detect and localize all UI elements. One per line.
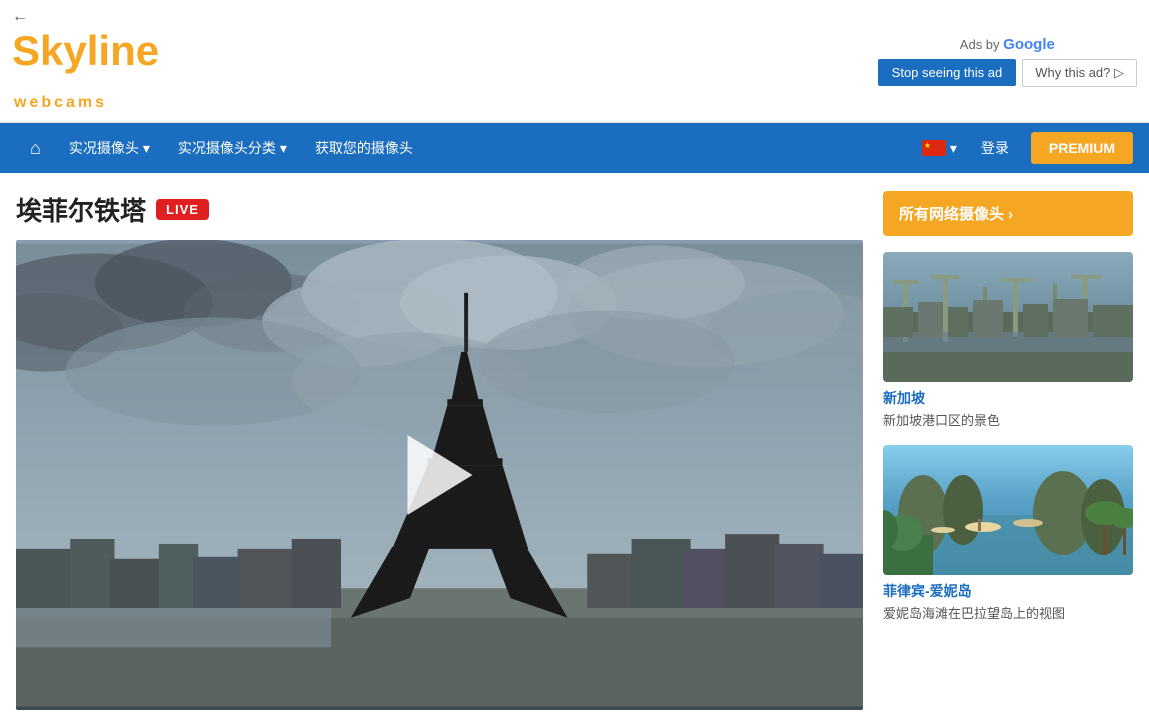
nav-live-cams[interactable]: 实况摄像头 ▾ [55,123,164,173]
main-content: 埃菲尔铁塔 LIVE [0,173,1149,728]
nav-categories[interactable]: 实况摄像头分类 ▾ [164,123,301,173]
webcam-thumb-philippines[interactable] [883,445,1133,575]
webcam-card-singapore: 新加坡 新加坡港口区的景色 [883,252,1133,429]
google-label: Google [1003,36,1055,53]
philippines-description: 爱妮岛海滩在巴拉望岛上的视图 [883,603,1133,622]
page-title: 埃菲尔铁塔 [16,191,146,228]
live-badge: LIVE [156,199,209,220]
all-webcams-button[interactable]: 所有网络摄像头 › [883,191,1133,236]
login-button[interactable]: 登录 [967,138,1023,158]
china-flag-icon [922,140,946,156]
video-player[interactable] [16,240,863,710]
philippines-thumbnail [883,445,1133,575]
logo-webcams-text: webcams [12,94,107,111]
page-title-row: 埃菲尔铁塔 LIVE [16,191,863,228]
singapore-description: 新加坡港口区的景色 [883,410,1133,429]
play-button-icon[interactable] [407,435,472,515]
left-column: 埃菲尔铁塔 LIVE [16,191,863,710]
singapore-thumbnail [883,252,1133,382]
top-bar: ← Skyline webcams Ads by Google Stop see… [0,0,1149,123]
logo[interactable]: Skyline webcams [12,30,159,114]
back-arrow-icon[interactable]: ← [12,8,28,26]
webcam-thumb-singapore[interactable] [883,252,1133,382]
flag-dropdown-icon: ▾ [950,140,957,157]
logo-skyline-text: Skyline webcams [12,30,159,114]
why-ad-button[interactable]: Why this ad? ▷ [1022,59,1137,87]
live-cams-dropdown-icon: ▾ [143,140,150,157]
philippines-location-link[interactable]: 菲律宾-爱妮岛 [883,581,1133,601]
stop-ad-button[interactable]: Stop seeing this ad [878,59,1017,86]
categories-dropdown-icon: ▾ [280,140,287,157]
navigation-bar: ⌂ 实况摄像头 ▾ 实况摄像头分类 ▾ 获取您的摄像头 ▾ 登录 PREMIUM [0,123,1149,173]
logo-area: ← Skyline webcams [12,8,159,114]
nav-get-cam[interactable]: 获取您的摄像头 [301,123,427,173]
ad-area: Ads by Google Stop seeing this ad Why th… [878,36,1137,87]
home-icon: ⌂ [30,138,41,159]
premium-button[interactable]: PREMIUM [1031,132,1133,164]
nav-home[interactable]: ⌂ [16,123,55,173]
nav-language-selector[interactable]: ▾ [912,140,967,157]
webcam-card-philippines: 菲律宾-爱妮岛 爱妮岛海滩在巴拉望岛上的视图 [883,445,1133,622]
ads-label: Ads by Google [960,36,1055,53]
right-sidebar: 所有网络摄像头 › [883,191,1133,710]
ad-buttons: Stop seeing this ad Why this ad? ▷ [878,59,1137,87]
singapore-location-link[interactable]: 新加坡 [883,388,1133,408]
